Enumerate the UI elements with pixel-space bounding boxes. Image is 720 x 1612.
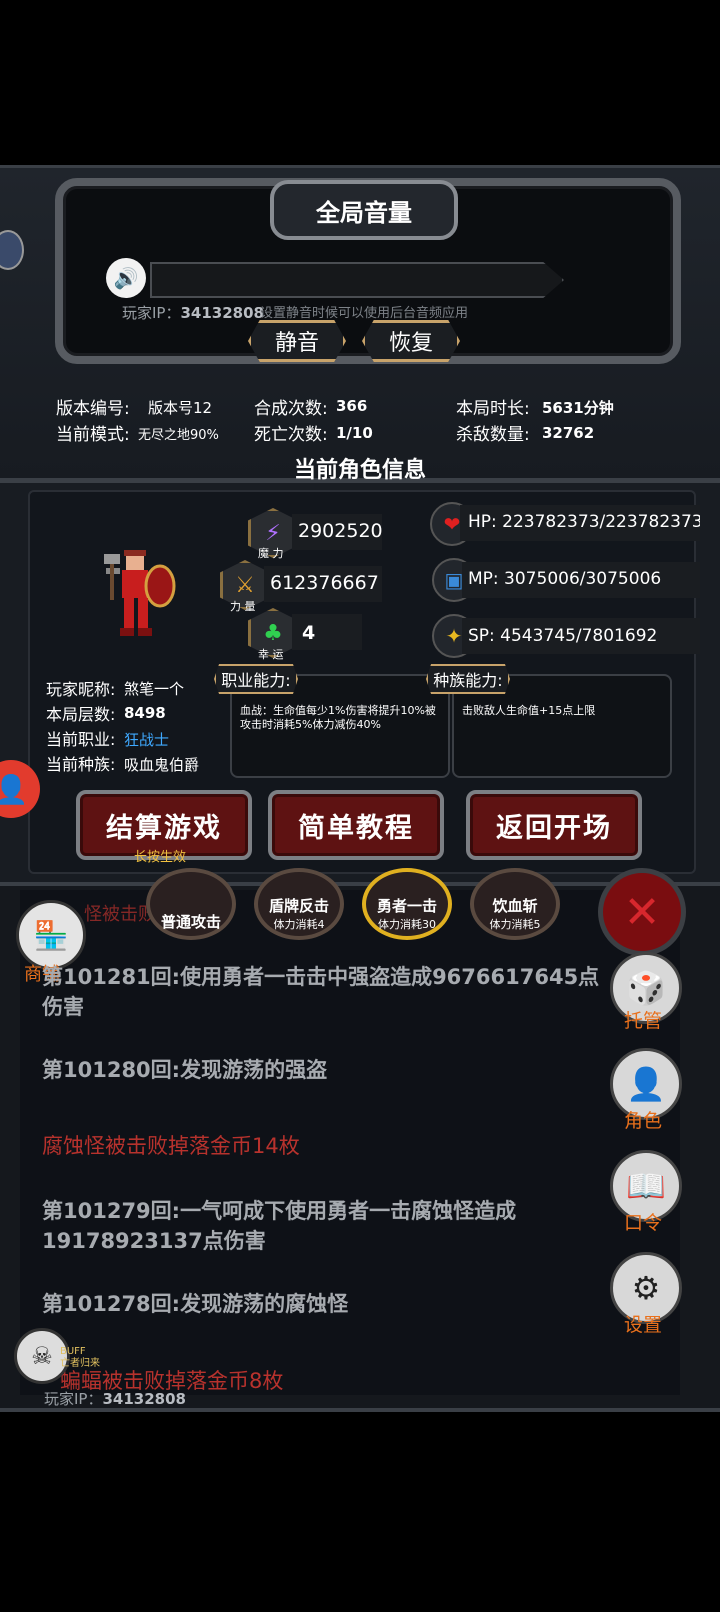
nickname-value: 煞笔一个 bbox=[124, 680, 185, 698]
kills-label: 杀敌数量: bbox=[456, 425, 530, 445]
job-ability-text: 血战：生命值每少1%伤害将提升10%被攻击时消耗5%体力减伤40% bbox=[240, 704, 436, 731]
player-ip-label: 玩家IP： bbox=[44, 1390, 103, 1408]
job-value: 狂战士 bbox=[124, 731, 170, 749]
version-value: 版本号12 bbox=[148, 399, 213, 417]
log-entry: 第101280回:发现游荡的强盗 bbox=[42, 1058, 328, 1082]
floor-value: 8498 bbox=[124, 704, 166, 722]
hero-sprite bbox=[96, 546, 182, 646]
skill-name: 盾牌反击 bbox=[268, 897, 329, 915]
skill-shield-counter[interactable]: 盾牌反击 体力消耗4 bbox=[254, 868, 344, 940]
volume-slider[interactable] bbox=[150, 262, 564, 298]
skill-cost: 体力消耗5 bbox=[489, 918, 541, 931]
race-ability-label: 种族能力: bbox=[426, 664, 510, 694]
character-title: 当前角色信息 bbox=[293, 458, 426, 483]
role-label[interactable]: 角色 bbox=[610, 1106, 676, 1133]
mode-label: 当前模式: bbox=[56, 425, 130, 445]
auto-label[interactable]: 托管 bbox=[610, 1006, 676, 1033]
skill-name: 勇者一击 bbox=[376, 897, 437, 915]
magic-value: 2902520 bbox=[298, 520, 383, 542]
skill-normal-attack[interactable]: 普通攻击 bbox=[146, 868, 236, 940]
log-entry: 第101279回:一气呵成下使用勇者一击腐蚀怪造成19178923137点伤害 bbox=[42, 1199, 517, 1253]
synth-label: 合成次数: bbox=[254, 399, 328, 419]
hp-text: HP: 223782373/223782373 bbox=[468, 512, 700, 532]
strength-value: 612376667 bbox=[270, 572, 379, 594]
skill-cost: 体力消耗4 bbox=[273, 918, 325, 931]
time-label: 本局时长: bbox=[456, 399, 530, 419]
close-icon[interactable]: ✕ bbox=[598, 868, 686, 956]
buff-title: BUFF bbox=[60, 1346, 86, 1357]
strength-label: 力 量 bbox=[230, 600, 256, 613]
skill-name: 普通攻击 bbox=[160, 913, 221, 931]
time-value: 5631分钟 bbox=[542, 399, 614, 417]
job-label: 当前职业: bbox=[46, 730, 116, 749]
skill-cost: 体力消耗30 bbox=[378, 918, 436, 931]
luck-label: 幸 运 bbox=[258, 648, 284, 661]
buff-text: BUFF 亡者归来 bbox=[60, 1346, 100, 1370]
return-start-button[interactable]: 返回开场 bbox=[466, 790, 642, 860]
race-label: 当前种族: bbox=[46, 755, 116, 774]
tutorial-button[interactable]: 简单教程 bbox=[268, 790, 444, 860]
player-ip-top: 玩家IP：34132808 bbox=[122, 302, 264, 323]
kills-value: 32762 bbox=[542, 424, 595, 442]
log-entry: 腐蚀怪被击败掉落金币14枚 bbox=[42, 1134, 300, 1158]
player-ip-bottom: 玩家IP：34132808 bbox=[44, 1388, 186, 1409]
log-entry: 第101281回:使用勇者一击击中强盗造成9676617645点伤害 bbox=[42, 965, 600, 1019]
death-label: 死亡次数: bbox=[254, 425, 328, 445]
synth-value: 366 bbox=[336, 397, 368, 415]
job-ability-label: 职业能力: bbox=[214, 664, 298, 694]
long-press-hint: 长按生效 bbox=[133, 850, 186, 865]
version-label: 版本编号: bbox=[56, 399, 130, 419]
mp-text: MP: 3075006/3075006 bbox=[468, 569, 662, 589]
nickname-label: 玩家昵称: bbox=[46, 680, 116, 699]
player-ip-label: 玩家IP： bbox=[122, 304, 181, 322]
race-ability-text: 击败敌人生命值+15点上限 bbox=[462, 704, 596, 717]
speaker-icon[interactable]: 🔊 bbox=[106, 258, 146, 298]
race-value: 吸血鬼伯爵 bbox=[124, 756, 200, 774]
player-ip-value: 34132808 bbox=[180, 304, 264, 322]
skill-hero-strike[interactable]: 勇者一击 体力消耗30 bbox=[362, 868, 452, 940]
settings-label[interactable]: 设置 bbox=[610, 1310, 676, 1337]
floor-label: 本局层数: bbox=[46, 705, 116, 724]
player-ip-value: 34132808 bbox=[102, 1390, 186, 1408]
volume-title: 全局音量 bbox=[270, 180, 458, 240]
mode-value: 无尽之地90% bbox=[138, 428, 219, 443]
luck-value: 4 bbox=[302, 622, 316, 644]
death-value: 1/10 bbox=[336, 424, 373, 442]
mute-button[interactable]: 静音 bbox=[248, 320, 346, 362]
restore-button[interactable]: 恢复 bbox=[362, 320, 460, 362]
skill-name: 饮血斩 bbox=[492, 897, 538, 915]
code-label[interactable]: 口令 bbox=[610, 1208, 676, 1235]
skill-blood-slash[interactable]: 饮血斩 体力消耗5 bbox=[470, 868, 560, 940]
mute-hint: 设置静音时候可以使用后台音频应用 bbox=[260, 306, 469, 321]
log-entry: 第101278回:发现游荡的腐蚀怪 bbox=[42, 1292, 349, 1316]
magic-label: 魔 力 bbox=[258, 547, 284, 560]
sp-text: SP: 4543745/7801692 bbox=[468, 626, 658, 646]
buff-name: 亡者归来 bbox=[60, 1358, 100, 1369]
